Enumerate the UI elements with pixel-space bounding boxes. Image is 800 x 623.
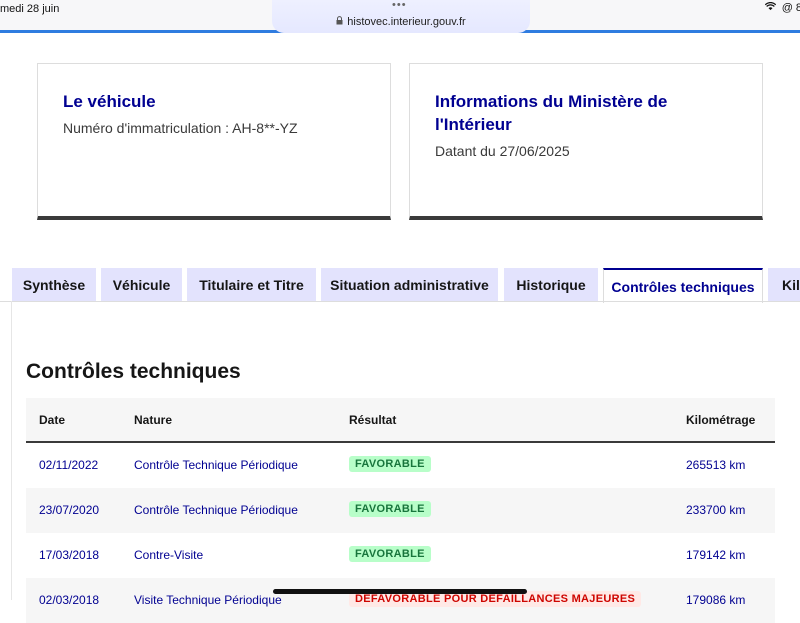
header-date: Date [39, 413, 66, 427]
row-mileage: 233700 km [686, 503, 746, 517]
at-icon: @ [781, 2, 793, 14]
tab-panel-side [11, 301, 12, 600]
row-nature: Visite Technique Périodique [134, 593, 282, 607]
table-row: 23/07/2020 Contrôle Technique Périodique… [26, 488, 775, 533]
row-nature: Contrôle Technique Périodique [134, 458, 298, 472]
status-bar: medi 28 juin histovec.interieur.gouv.fr … [0, 0, 800, 33]
home-indicator[interactable] [273, 589, 527, 594]
url-text: histovec.interieur.gouv.fr [347, 16, 466, 28]
ministry-card-title: Informations du Ministère de l'Intérieur [435, 92, 668, 134]
ministry-date: Datant du 27/06/2025 [435, 143, 570, 159]
row-date: 17/03/2018 [39, 548, 100, 562]
result-badge: FAVORABLE [349, 546, 431, 562]
status-right: @8 [762, 1, 800, 14]
tab-kilometrage[interactable]: Kilo [768, 268, 800, 302]
table-row: 17/03/2018 Contre-Visite FAVORABLE 17914… [26, 533, 775, 578]
tab-vehicule[interactable]: Véhicule [101, 268, 182, 302]
row-date: 23/07/2020 [39, 503, 100, 517]
wifi-icon [764, 1, 779, 14]
lock-icon [336, 16, 343, 27]
row-mileage: 179086 km [686, 593, 746, 607]
header-mileage: Kilométrage [686, 413, 756, 427]
table-header: Date Nature Résultat Kilométrage [26, 398, 775, 443]
vehicle-card-title: Le véhicule [63, 92, 156, 111]
tab-bar: Synthèse Véhicule Titulaire et Titre Sit… [0, 268, 800, 303]
row-mileage: 265513 km [686, 458, 746, 472]
tab-panel-border [0, 301, 800, 302]
row-nature: Contre-Visite [134, 548, 204, 562]
tab-controles-techniques[interactable]: Contrôles techniques [603, 268, 763, 303]
address-url[interactable]: histovec.interieur.gouv.fr [272, 16, 530, 28]
tab-situation-administrative[interactable]: Situation administrative [321, 268, 498, 302]
vehicle-card: Le véhicule Numéro d'immatriculation : A… [37, 63, 391, 220]
row-mileage: 179142 km [686, 548, 746, 562]
tab-synthese[interactable]: Synthèse [12, 268, 96, 302]
header-result: Résultat [349, 413, 397, 427]
row-date: 02/11/2022 [39, 458, 99, 472]
result-badge: FAVORABLE [349, 501, 431, 517]
status-date: medi 28 juin [0, 3, 60, 15]
row-nature: Contrôle Technique Périodique [134, 503, 298, 517]
ministry-card: Informations du Ministère de l'Intérieur… [409, 63, 763, 220]
table-row: 02/03/2018 Visite Technique Périodique D… [26, 578, 775, 623]
tab-historique[interactable]: Historique [504, 268, 598, 302]
registration-number: Numéro d'immatriculation : AH-8**-YZ [63, 120, 298, 136]
result-badge: FAVORABLE [349, 456, 431, 472]
header-nature: Nature [134, 413, 173, 427]
row-date: 02/03/2018 [39, 593, 100, 607]
multitasking-dots-icon[interactable]: ••• [392, 0, 407, 11]
tab-titulaire[interactable]: Titulaire et Titre [187, 268, 316, 302]
status-right-text: 8 [795, 2, 800, 14]
section-title: Contrôles techniques [26, 360, 241, 383]
table-row: 02/11/2022 Contrôle Technique Périodique… [26, 443, 775, 488]
